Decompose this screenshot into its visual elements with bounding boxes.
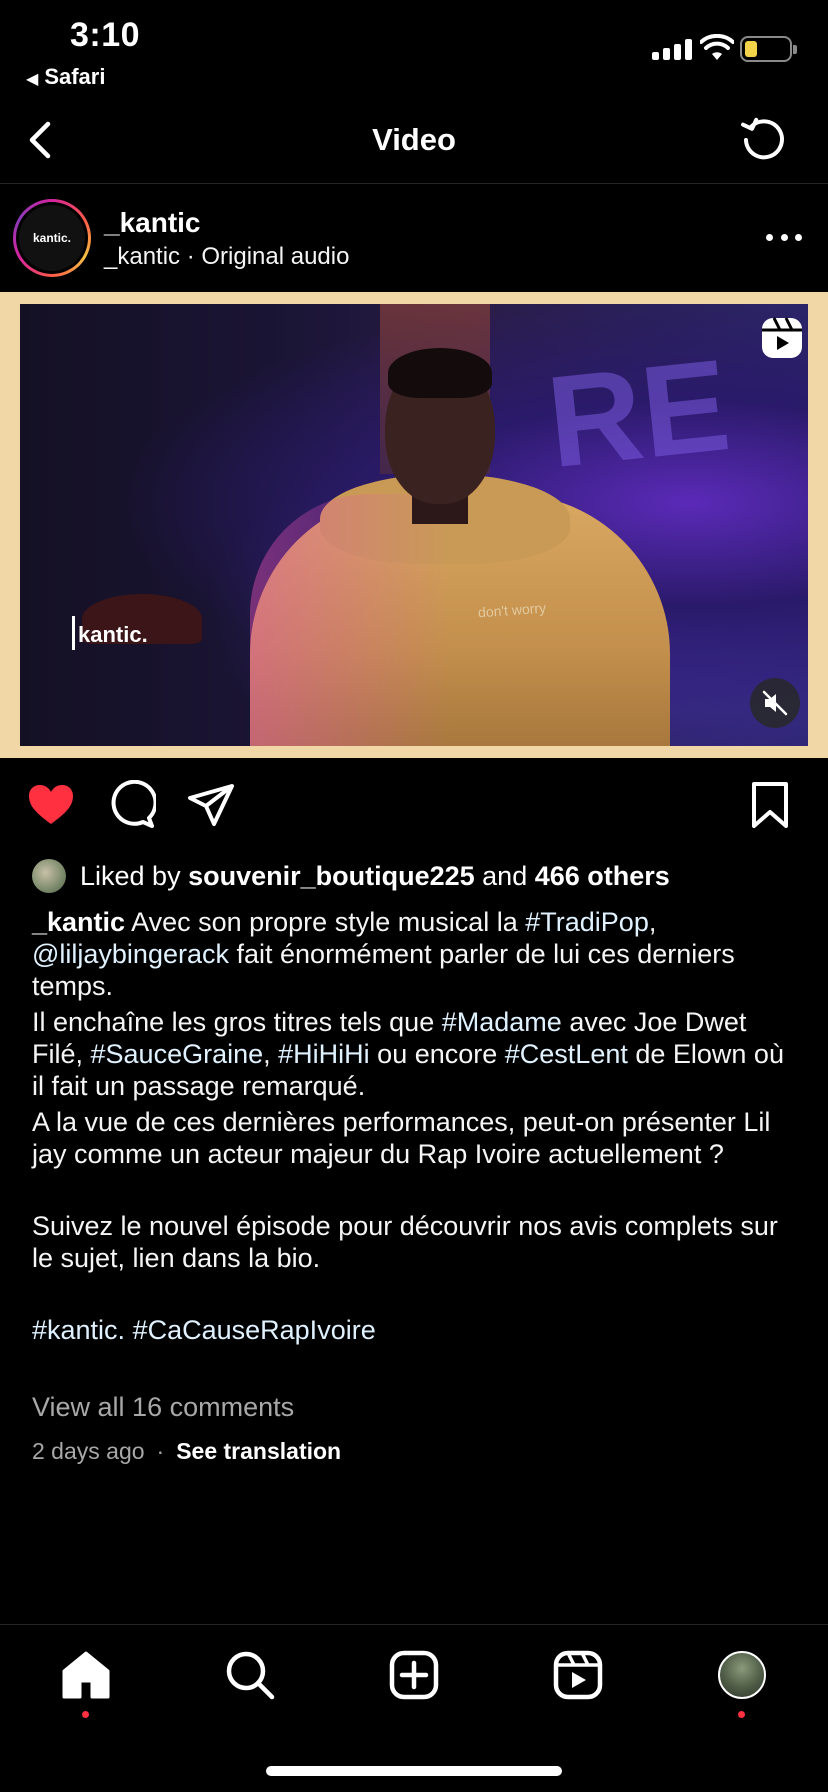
reels-icon[interactable] [552,1649,604,1701]
hashtag-link[interactable]: #SauceGraine [91,1039,264,1069]
search-icon[interactable] [224,1649,276,1701]
hashtag-link[interactable]: #CaCauseRapIvoire [133,1315,376,1345]
home-notification-dot [82,1711,89,1718]
caption-text: ou encore [369,1039,505,1069]
back-app-label: Safari [44,64,106,89]
cellular-signal-icon [652,38,692,60]
more-options-icon[interactable] [766,227,802,247]
likes-others-count[interactable]: 466 others [535,861,670,892]
mute-toggle-button[interactable] [750,678,800,728]
likes-summary[interactable]: Liked by souvenir_boutique225 and 466 ot… [32,856,670,896]
back-triangle-icon: ◀ [26,71,39,88]
home-icon[interactable] [60,1649,112,1701]
caption-paragraph-3: A la vue de ces dernières performances, … [32,1107,771,1169]
caption-username[interactable]: _kantic [32,907,125,937]
status-bar: 3:10 ◀ Safari [0,0,828,100]
hashtag-link[interactable]: #kantic. [32,1315,125,1345]
profile-avatar[interactable] [718,1651,766,1699]
post-meta: 2 days ago · See translation [32,1438,341,1465]
likes-prefix: Liked by [80,860,189,891]
hashtag-link[interactable]: #CestLent [505,1039,628,1069]
post-actions [0,780,828,850]
caption-text: , [648,907,657,937]
author-username[interactable]: _kantic [104,207,201,239]
hashtag-link[interactable]: #Madame [442,1007,562,1037]
audio-source-link[interactable]: _kantic · Original audio [104,243,349,271]
create-icon[interactable] [388,1649,440,1701]
speaker-muted-icon [762,690,788,716]
refresh-icon[interactable] [738,114,788,164]
caption-text: Il enchaîne les gros titres tels que [32,1007,442,1037]
meta-separator: · [156,1438,165,1464]
post-caption: _kantic Avec son propre style musical la… [32,906,802,1350]
profile-notification-dot [738,1711,745,1718]
mention-link[interactable]: @liljaybingerack [32,939,229,969]
hashtag-link[interactable]: #TradiPop [525,907,649,937]
share-send-icon[interactable] [186,780,236,830]
caption-text: Avec son propre style musical la [125,907,526,937]
nav-header: Video [0,100,828,184]
home-indicator [266,1766,562,1776]
reels-badge-icon [762,317,802,358]
post-timestamp: 2 days ago [32,1438,145,1464]
status-time: 3:10 [70,16,141,54]
liker-avatar [32,859,66,893]
likes-middle: and [474,860,535,891]
video-watermark: kantic. [72,616,148,650]
video-frame: RE don't worry kantic. [20,304,808,746]
caption-hashtags: #kantic. #CaCauseRapIvoire [32,1314,802,1346]
page-title: Video [372,122,456,157]
caption-text: , [263,1039,279,1069]
battery-icon [740,36,797,62]
back-to-app-link[interactable]: ◀ Safari [26,64,105,90]
comment-icon[interactable] [106,780,156,830]
caption-paragraph-2: Il enchaîne les gros titres tels que #Ma… [32,1006,802,1102]
post-header: kantic. _kantic _kantic · Original audio [0,185,828,291]
watermark-text: kantic. [78,622,148,647]
view-all-comments-link[interactable]: View all 16 comments [32,1392,294,1423]
hashtag-link[interactable]: #HiHiHi [278,1039,370,1069]
author-avatar[interactable]: kantic. [13,199,91,277]
caption-paragraph-1: _kantic Avec son propre style musical la… [32,906,802,1002]
liker-username[interactable]: souvenir_boutique225 [188,861,475,892]
save-bookmark-icon[interactable] [748,780,792,830]
battery-level [745,41,757,57]
caption-paragraph-4: Suivez le nouvel épisode pour découvrir … [32,1211,778,1273]
like-heart-icon[interactable] [26,780,76,830]
wifi-icon [700,34,734,60]
video-player[interactable]: RE don't worry kantic. [0,292,828,758]
avatar-logo-text: kantic. [19,205,85,271]
see-translation-link[interactable]: See translation [176,1438,341,1465]
